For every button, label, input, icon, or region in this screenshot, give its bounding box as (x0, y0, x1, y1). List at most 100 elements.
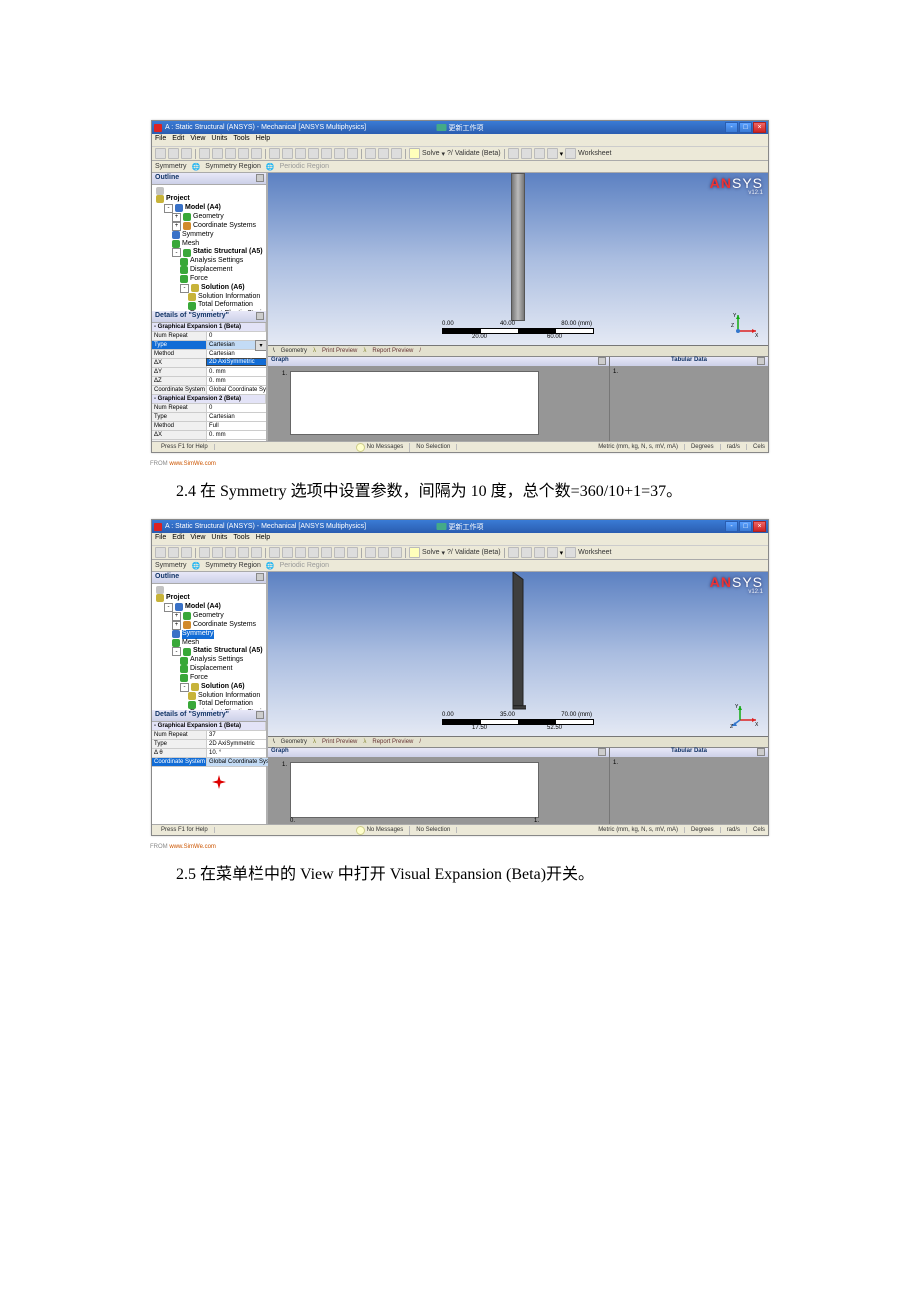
tree-geometry[interactable]: Geometry (193, 213, 224, 222)
toolbar-icon[interactable] (521, 148, 532, 159)
toolbar-icon[interactable] (547, 547, 558, 558)
panel-pin-icon[interactable] (256, 174, 264, 182)
toolbar-icon[interactable] (181, 547, 192, 558)
panel-pin-icon[interactable] (757, 357, 765, 365)
3d-viewport[interactable]: ANSYS v12.1 X Y Z (268, 572, 768, 736)
zoom-icon[interactable] (295, 148, 306, 159)
zoom-sel-icon[interactable] (334, 547, 345, 558)
tab-print-preview[interactable]: Print Preview (322, 739, 357, 745)
toolbar-icon[interactable] (365, 547, 376, 558)
menu-view[interactable]: View (190, 135, 205, 145)
tree-analysis-settings[interactable]: Analysis Settings (190, 257, 243, 266)
menu-units[interactable]: Units (211, 534, 227, 544)
rotate-icon[interactable] (269, 547, 280, 558)
tree-total-deformation[interactable]: Total Deformation (198, 700, 253, 709)
menu-help[interactable]: Help (256, 135, 270, 145)
panel-pin-icon[interactable] (256, 573, 264, 581)
tree-project[interactable]: Project (166, 594, 190, 603)
zoom-icon[interactable] (295, 547, 306, 558)
look-at-icon[interactable] (347, 547, 358, 558)
toolbar-icon[interactable] (225, 148, 236, 159)
tree-solution[interactable]: Solution (A6) (201, 284, 245, 293)
worksheet-icon[interactable] (565, 148, 576, 159)
tab-geometry[interactable]: Geometry (281, 739, 307, 745)
toolbar-icon[interactable] (181, 148, 192, 159)
tree-displacement[interactable]: Displacement (190, 665, 232, 674)
minimize-button[interactable]: - (725, 521, 738, 532)
toolbar-icon[interactable] (534, 547, 545, 558)
toolbar-icon[interactable] (391, 547, 402, 558)
zoom-box-icon[interactable] (308, 148, 319, 159)
toolbar-icon[interactable] (251, 547, 262, 558)
tree-static[interactable]: Static Structural (A5) (193, 248, 263, 257)
toolbar-icon[interactable] (199, 148, 210, 159)
minimize-button[interactable]: - (725, 122, 738, 133)
sub-symmetry-region[interactable]: Symmetry Region (205, 562, 261, 569)
toolbar-icon[interactable] (547, 148, 558, 159)
toolbar-icon[interactable] (508, 148, 519, 159)
maximize-button[interactable]: □ (739, 521, 752, 532)
tree-analysis-settings[interactable]: Analysis Settings (190, 656, 243, 665)
zoom-sel-icon[interactable] (334, 148, 345, 159)
graph-canvas[interactable] (290, 371, 539, 435)
tree-coord[interactable]: Coordinate Systems (193, 222, 256, 231)
tree-mesh[interactable]: Mesh (182, 639, 199, 648)
worksheet-icon[interactable] (565, 547, 576, 558)
solve-button[interactable]: Solve (422, 549, 440, 556)
pan-icon[interactable] (282, 547, 293, 558)
worksheet-button[interactable]: Worksheet (578, 150, 611, 157)
menu-edit[interactable]: Edit (172, 534, 184, 544)
tree-displacement[interactable]: Displacement (190, 266, 232, 275)
tree-force[interactable]: Force (190, 674, 208, 683)
tab-geometry[interactable]: Geometry (281, 348, 307, 354)
validate-button[interactable]: ?/ Validate (Beta) (447, 150, 501, 157)
sub-symmetry[interactable]: Symmetry (155, 163, 187, 170)
tree-force[interactable]: Force (190, 275, 208, 284)
toolbar-icon[interactable] (391, 148, 402, 159)
panel-pin-icon[interactable] (256, 711, 264, 719)
look-at-icon[interactable] (347, 148, 358, 159)
tree-symmetry[interactable]: Symmetry (182, 630, 214, 639)
menu-view[interactable]: View (190, 534, 205, 544)
tree-solinfo[interactable]: Solution Information (198, 293, 260, 302)
status-messages[interactable]: No Messages (367, 444, 404, 450)
toolbar-icon[interactable] (378, 547, 389, 558)
menu-tools[interactable]: Tools (233, 135, 249, 145)
tree-solinfo[interactable]: Solution Information (198, 692, 260, 701)
close-button[interactable]: × (753, 122, 766, 133)
tree-project[interactable]: Project (166, 195, 190, 204)
toolbar-icon[interactable] (168, 148, 179, 159)
triad-icon[interactable]: X Y Z (730, 311, 760, 339)
panel-pin-icon[interactable] (598, 748, 606, 756)
toolbar-icon[interactable] (212, 547, 223, 558)
toolbar-icon[interactable] (168, 547, 179, 558)
tree-mesh[interactable]: Mesh (182, 240, 199, 249)
details-grid[interactable]: - Graphical Expansion 1 (Beta) Num Repea… (152, 323, 266, 441)
outline-tree[interactable]: Project -Model (A4) +Geometry +Coordinat… (152, 185, 266, 311)
validate-button[interactable]: ?/ Validate (Beta) (447, 549, 501, 556)
status-messages[interactable]: No Messages (367, 827, 404, 833)
solve-icon[interactable] (409, 148, 420, 159)
tree-model[interactable]: Model (A4) (185, 603, 221, 612)
tree-coord[interactable]: Coordinate Systems (193, 621, 256, 630)
triad-icon[interactable]: X Y Z (730, 702, 760, 730)
toolbar-icon[interactable] (365, 148, 376, 159)
menu-tools[interactable]: Tools (233, 534, 249, 544)
tree-total-deformation[interactable]: Total Deformation (198, 301, 253, 310)
close-button[interactable]: × (753, 521, 766, 532)
details-grid[interactable]: - Graphical Expansion 1 (Beta) Num Repea… (152, 722, 266, 824)
menu-help[interactable]: Help (256, 534, 270, 544)
toolbar-icon[interactable] (199, 547, 210, 558)
toolbar-icon[interactable] (508, 547, 519, 558)
panel-pin-icon[interactable] (598, 357, 606, 365)
outline-tree[interactable]: Project -Model (A4) +Geometry +Coordinat… (152, 584, 266, 710)
toolbar-icon[interactable] (212, 148, 223, 159)
toolbar-icon[interactable] (534, 148, 545, 159)
menu-file[interactable]: File (155, 135, 166, 145)
solve-button[interactable]: Solve (422, 150, 440, 157)
toolbar-icon[interactable] (238, 148, 249, 159)
toolbar-icon[interactable] (521, 547, 532, 558)
menu-units[interactable]: Units (211, 135, 227, 145)
dropdown-option[interactable]: 2D AxiSymmetric (206, 358, 266, 366)
tree-model[interactable]: Model (A4) (185, 204, 221, 213)
